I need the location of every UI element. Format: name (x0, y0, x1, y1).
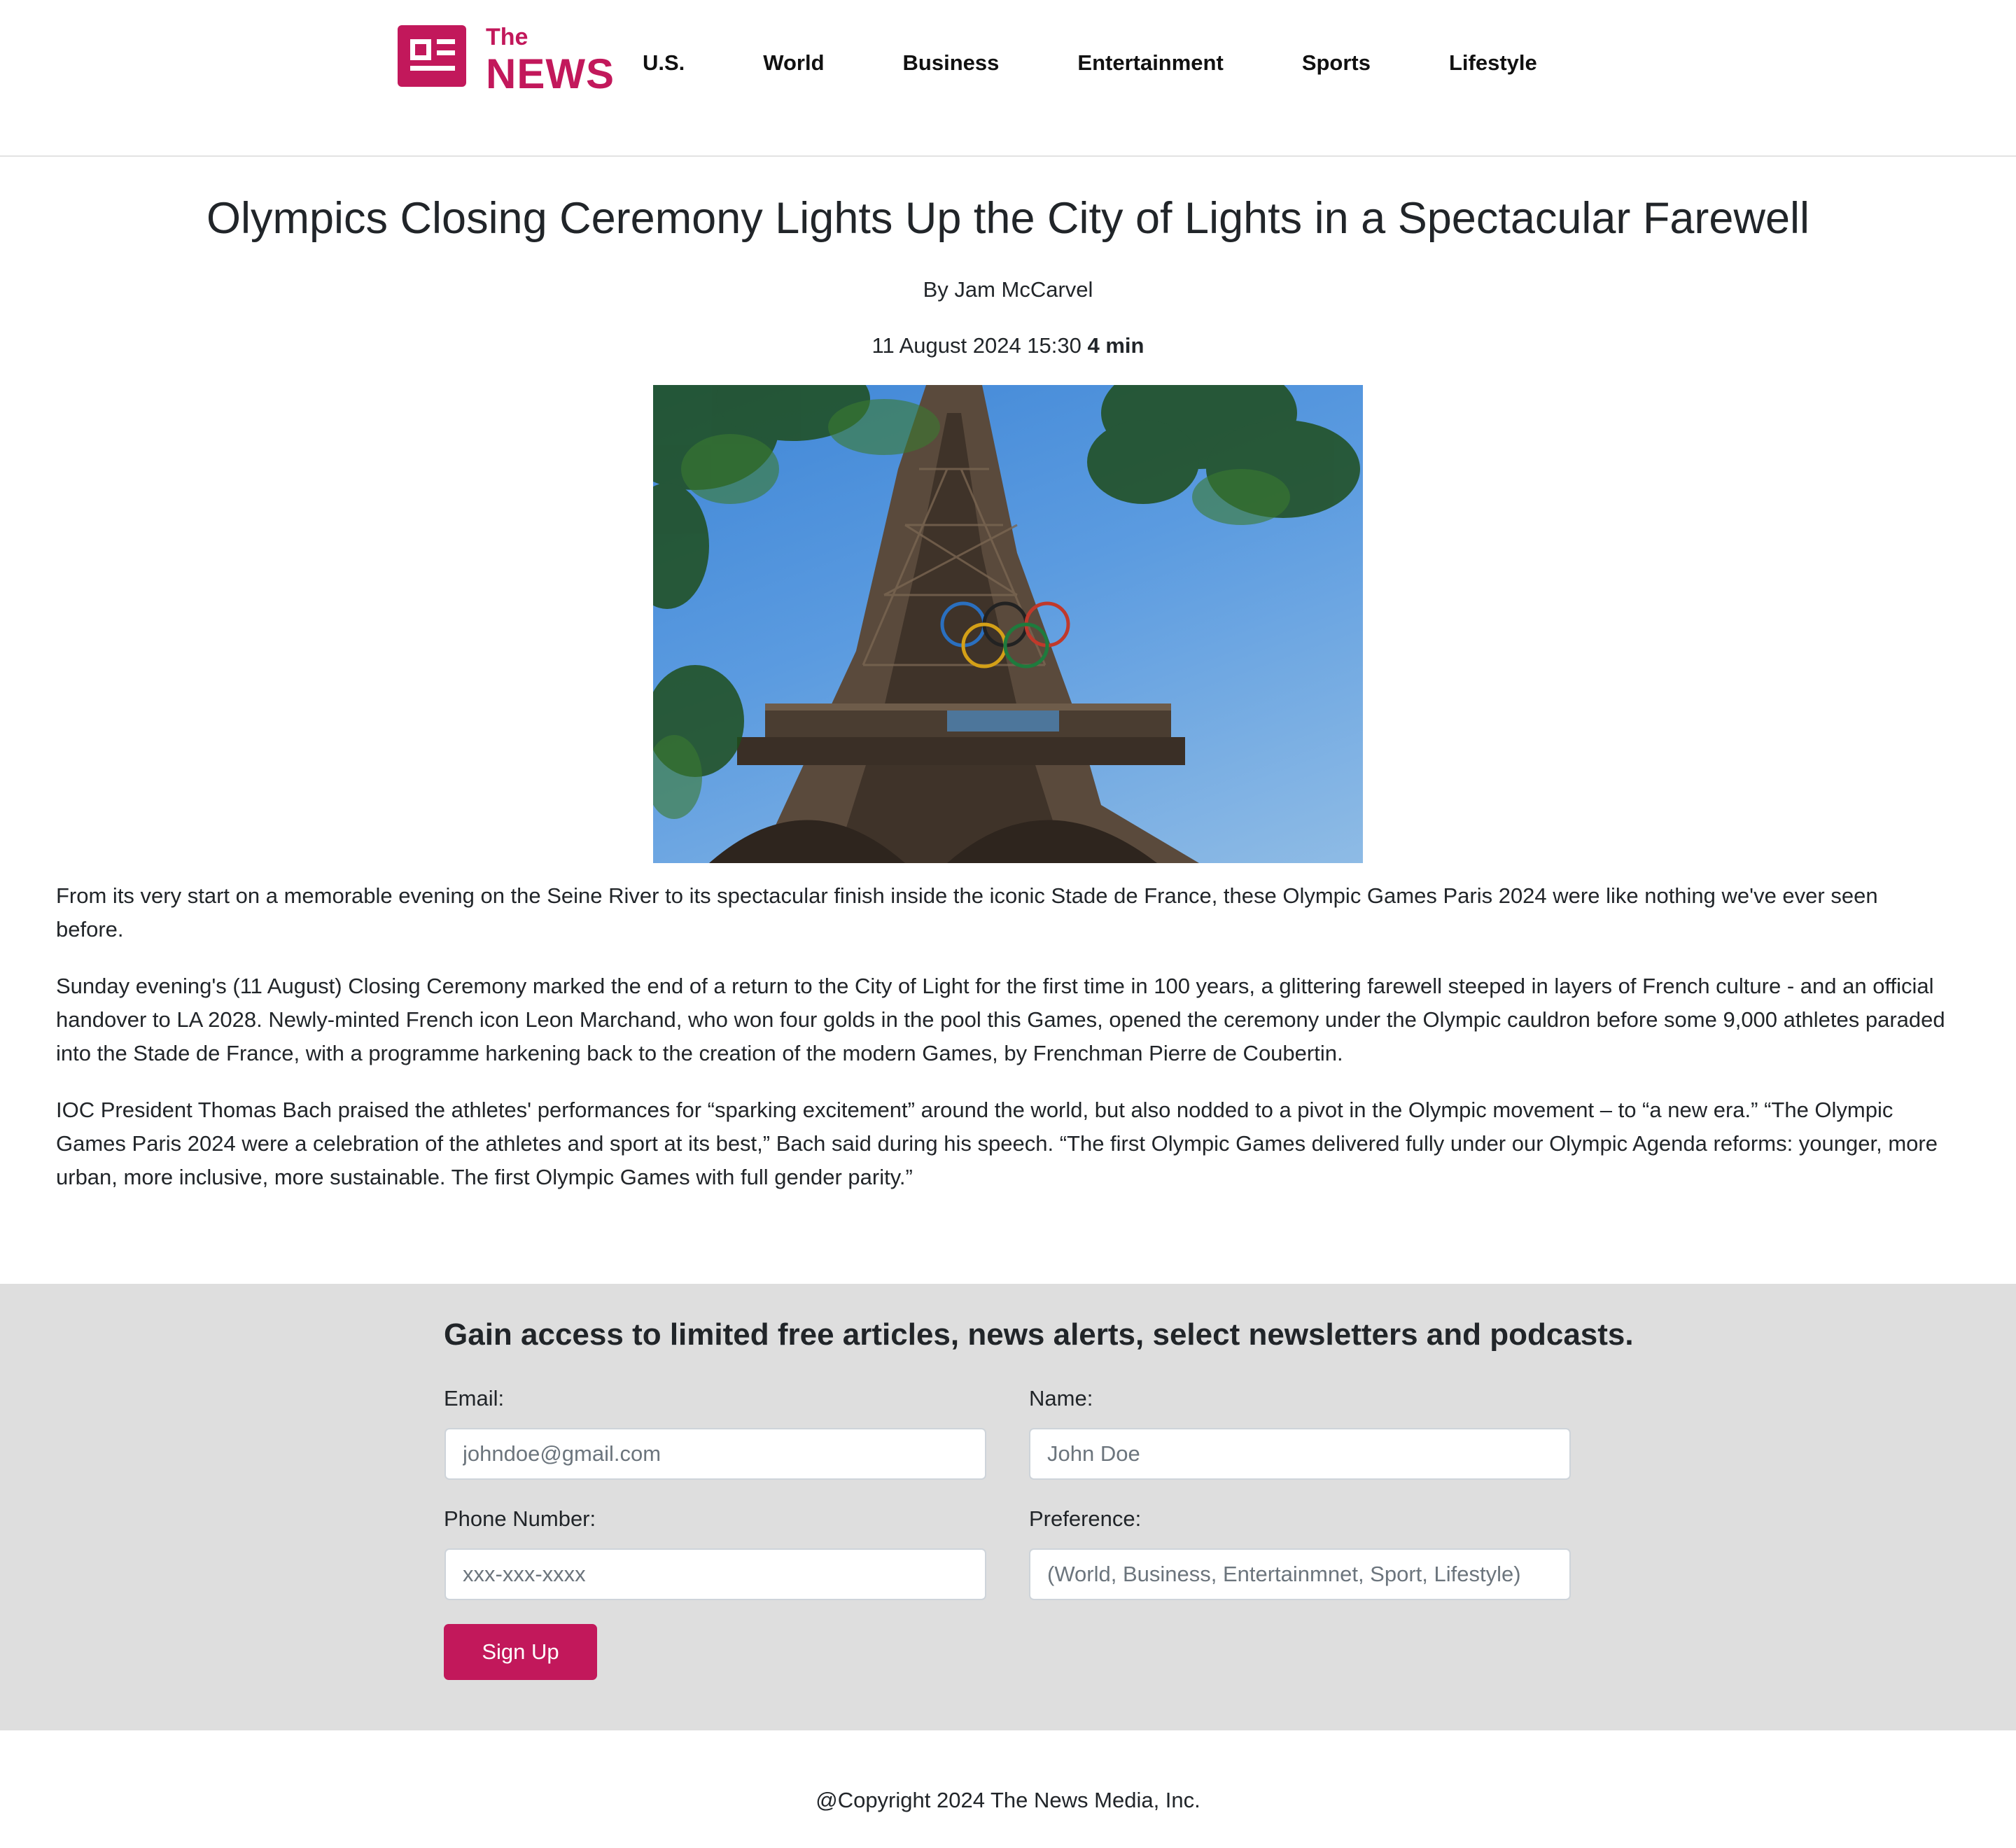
preference-label: Preference: (1029, 1506, 1142, 1531)
preference-field[interactable] (1029, 1548, 1571, 1600)
site-footer: @Copyright 2024 The News Media, Inc. (0, 1788, 2016, 1813)
nav-link-us[interactable]: U.S. (643, 50, 685, 76)
nav-link-business[interactable]: Business (903, 50, 1000, 76)
main-nav: U.S. World Business Entertainment Sports… (643, 50, 1616, 76)
article-date: 11 August 2024 15:30 (872, 333, 1082, 358)
sign-up-button[interactable]: Sign Up (444, 1624, 597, 1680)
site-header: The NEWS U.S. World Business Entertainme… (0, 0, 2016, 157)
signup-heading: Gain access to limited free articles, ne… (444, 1317, 1634, 1352)
site-logo[interactable]: The NEWS (398, 25, 615, 95)
newsletter-signup-section: Gain access to limited free articles, ne… (0, 1284, 2016, 1730)
article-meta: 11 August 2024 15:30 4 min (0, 333, 2016, 358)
nav-link-world[interactable]: World (763, 50, 824, 76)
logo-news-text: NEWS (486, 50, 615, 97)
newspaper-icon (398, 25, 466, 87)
article-hero-image (653, 385, 1363, 863)
logo-the-text: The (486, 24, 528, 50)
nav-link-sports[interactable]: Sports (1302, 50, 1371, 76)
phone-field[interactable] (444, 1548, 986, 1600)
eiffel-tower-olympic-rings-photo (653, 385, 1360, 863)
article-paragraph: From its very start on a memorable eveni… (56, 883, 1878, 941)
nav-link-lifestyle[interactable]: Lifestyle (1449, 50, 1537, 76)
email-field[interactable] (444, 1428, 986, 1480)
article-read-time: 4 min (1087, 333, 1144, 358)
copyright-text: @Copyright 2024 The News Media, Inc. (816, 1788, 1200, 1812)
article-paragraph: Sunday evening's (11 August) Closing Cer… (56, 974, 1945, 1065)
email-label: Email: (444, 1386, 505, 1410)
logo-wordmark: The NEWS (486, 25, 615, 95)
phone-label: Phone Number: (444, 1506, 596, 1531)
name-field[interactable] (1029, 1428, 1571, 1480)
name-label: Name: (1029, 1386, 1093, 1410)
article-byline: By Jam McCarvel (923, 277, 1093, 302)
nav-link-entertainment[interactable]: Entertainment (1077, 50, 1223, 76)
article-title: Olympics Closing Ceremony Lights Up the … (206, 194, 1809, 243)
article-paragraph: IOC President Thomas Bach praised the at… (56, 1098, 1938, 1189)
article-body: From its very start on a memorable eveni… (56, 879, 1946, 1217)
